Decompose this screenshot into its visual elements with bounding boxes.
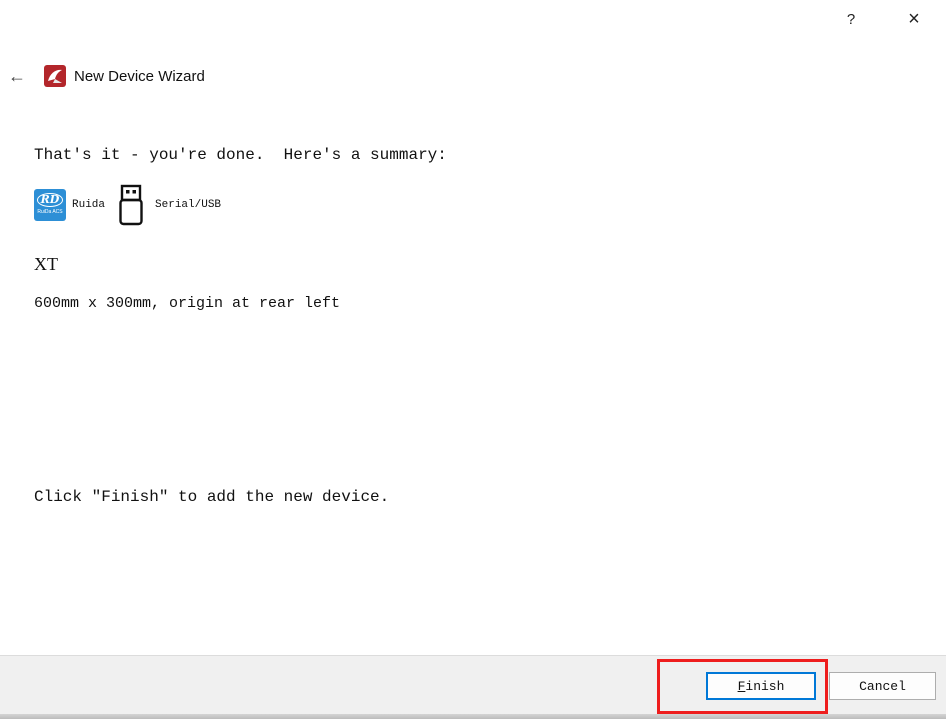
finish-button-label: Finish (737, 678, 785, 694)
wizard-header: ← New Device Wizard (0, 58, 205, 94)
cancel-button[interactable]: Cancel (829, 672, 936, 700)
connection-label: Serial/USB (155, 199, 222, 211)
cancel-button-label: Cancel (859, 678, 906, 694)
app-logo-icon (44, 65, 66, 87)
controller-label: Ruida (72, 199, 106, 211)
back-arrow-icon[interactable]: ← (2, 66, 32, 87)
finish-hint: Click "Finish" to add the new device. (34, 488, 390, 506)
summary-intro: That's it - you're done. Here's a summar… (34, 146, 447, 164)
close-button[interactable]: × (894, 4, 934, 34)
device-summary-row: RD RuiDa ACS Ruida Serial/USB (34, 182, 221, 228)
device-description: 600mm x 300mm, origin at rear left (34, 295, 341, 312)
device-name: XT (34, 254, 58, 274)
help-button[interactable]: ? (831, 4, 871, 34)
wizard-title: New Device Wizard (74, 67, 205, 85)
finish-button[interactable]: Finish (706, 672, 816, 700)
usb-drive-icon (119, 184, 143, 226)
ruida-logo-icon: RD RuiDa ACS (34, 189, 66, 221)
footer-divider (0, 714, 946, 719)
